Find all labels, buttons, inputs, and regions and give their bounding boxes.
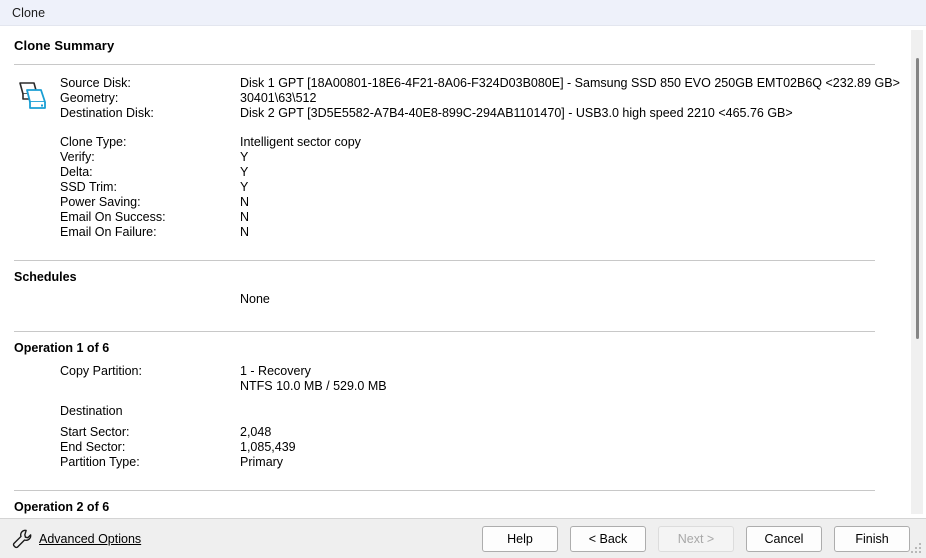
summary-row: Email On Success: N	[0, 209, 908, 224]
scrollbar-thumb[interactable]	[916, 58, 919, 339]
row-value: 1 - Recovery	[240, 363, 311, 378]
resize-grip[interactable]	[910, 542, 923, 555]
row-value: Y	[240, 149, 249, 164]
disk-summary-section: Source Disk: Disk 1 GPT [18A00801-18E6-4…	[0, 65, 908, 249]
operation-1-heading: Operation 1 of 6	[14, 341, 110, 355]
wrench-icon	[12, 529, 32, 548]
summary-row: SSD Trim: Y	[0, 179, 908, 194]
destination-label: Destination	[60, 403, 123, 418]
operation-2-section: Operation 2 of 6 Copy Partition: 2 - NO …	[0, 491, 908, 518]
window-titlebar: Clone	[0, 0, 926, 26]
row-value: 1,085,439	[240, 439, 296, 454]
row-value: N	[240, 209, 250, 224]
row-value: N	[240, 224, 250, 239]
summary-row: Source Disk: Disk 1 GPT [18A00801-18E6-4…	[0, 75, 908, 90]
page-heading-block: Clone Summary	[0, 26, 908, 53]
summary-row: Destination	[0, 403, 908, 418]
row-label: Delta:	[60, 164, 93, 179]
row-value: 2,048	[240, 424, 272, 439]
row-value: Disk 2 GPT [3D5E5582-A7B4-40E8-899C-294A…	[240, 105, 793, 120]
row-label: Power Saving:	[60, 194, 141, 209]
summary-row: End Sector: 1,085,439	[0, 439, 908, 454]
operation-2-heading: Operation 2 of 6	[14, 500, 110, 514]
row-value: Y	[240, 164, 249, 179]
disk-drive-icon	[19, 82, 46, 109]
row-value: Y	[240, 179, 249, 194]
row-value: 30401\63\512	[240, 90, 317, 105]
summary-content: Clone Summary Source Disk: Disk 1 GPT [1…	[0, 26, 908, 518]
advanced-options-label: Advanced Options	[39, 531, 142, 546]
summary-row: Start Sector: 2,048	[0, 424, 908, 439]
row-label: Partition Type:	[60, 454, 140, 469]
footer-buttons: Help < Back Next > Cancel Finish	[482, 525, 910, 552]
row-value: Intelligent sector copy	[240, 134, 361, 149]
schedules-section: Schedules None	[0, 261, 908, 320]
next-button: Next >	[658, 525, 734, 552]
clone-options-rows: Clone Type: Intelligent sector copy Veri…	[0, 134, 908, 239]
summary-row: Delta: Y	[0, 164, 908, 179]
summary-row: Power Saving: N	[0, 194, 908, 209]
row-label: End Sector:	[60, 439, 126, 454]
page-title: Clone Summary	[14, 38, 115, 53]
dialog-footer: Advanced Options Help < Back Next > Canc…	[0, 518, 926, 558]
summary-row: Destination Disk: Disk 2 GPT [3D5E5582-A…	[0, 105, 908, 120]
partition-detail: NTFS 10.0 MB / 529.0 MB	[240, 378, 387, 393]
row-label: Email On Failure:	[60, 224, 157, 239]
row-label: Email On Success:	[60, 209, 166, 224]
row-label: Verify:	[60, 149, 95, 164]
summary-row: Partition Type: Primary	[0, 454, 908, 469]
row-label: Copy Partition:	[60, 363, 142, 378]
finish-button[interactable]: Finish	[834, 525, 910, 552]
clone-wizard-window: Clone Clone Summary Source Disk: Disk 1 …	[0, 0, 926, 558]
summary-row: Copy Partition: 1 - Recovery	[0, 363, 908, 378]
window-title: Clone	[12, 5, 46, 20]
operation-1-rows: Copy Partition: 1 - Recovery NTFS 10.0 M…	[0, 363, 908, 469]
summary-row: NTFS 10.0 MB / 529.0 MB	[0, 378, 908, 393]
cancel-button[interactable]: Cancel	[746, 525, 822, 552]
summary-row: Email On Failure: N	[0, 224, 908, 239]
schedules-value: None	[240, 292, 270, 306]
schedules-heading: Schedules	[14, 270, 77, 284]
summary-row: Geometry: 30401\63\512	[0, 90, 908, 105]
row-label: Start Sector:	[60, 424, 130, 439]
row-value: Primary	[240, 454, 284, 469]
summary-row: Verify: Y	[0, 149, 908, 164]
vertical-scrollbar[interactable]	[908, 26, 926, 518]
help-button[interactable]: Help	[482, 525, 558, 552]
row-label: SSD Trim:	[60, 179, 117, 194]
advanced-options-link[interactable]: Advanced Options	[11, 528, 141, 550]
back-button[interactable]: < Back	[570, 525, 646, 552]
row-value: Disk 1 GPT [18A00801-18E6-4F21-8A06-F324…	[240, 75, 900, 90]
summary-scroll-area: Clone Summary Source Disk: Disk 1 GPT [1…	[0, 26, 926, 518]
summary-row: Clone Type: Intelligent sector copy	[0, 134, 908, 149]
operation-1-section: Operation 1 of 6 Copy Partition: 1 - Rec…	[0, 332, 908, 479]
row-value: N	[240, 194, 250, 209]
disk-rows: Source Disk: Disk 1 GPT [18A00801-18E6-4…	[0, 75, 908, 120]
row-label: Clone Type:	[60, 134, 127, 149]
